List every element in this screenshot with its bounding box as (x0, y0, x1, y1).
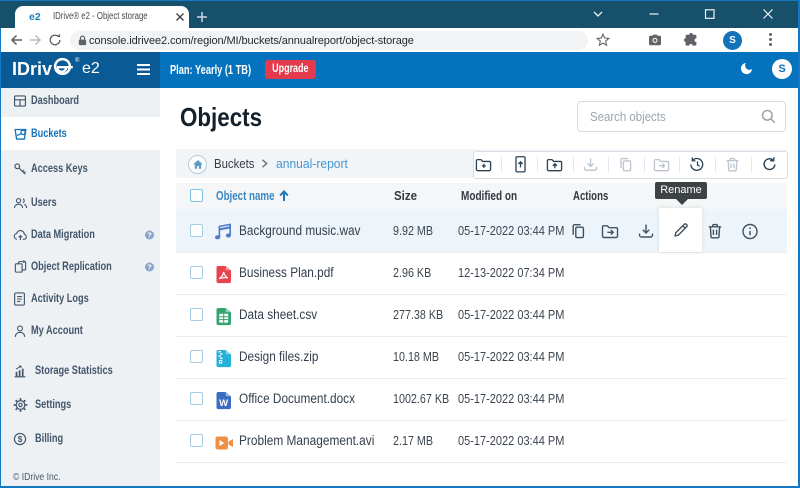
svg-text:W: W (219, 398, 228, 409)
svg-text:$: $ (18, 435, 23, 444)
